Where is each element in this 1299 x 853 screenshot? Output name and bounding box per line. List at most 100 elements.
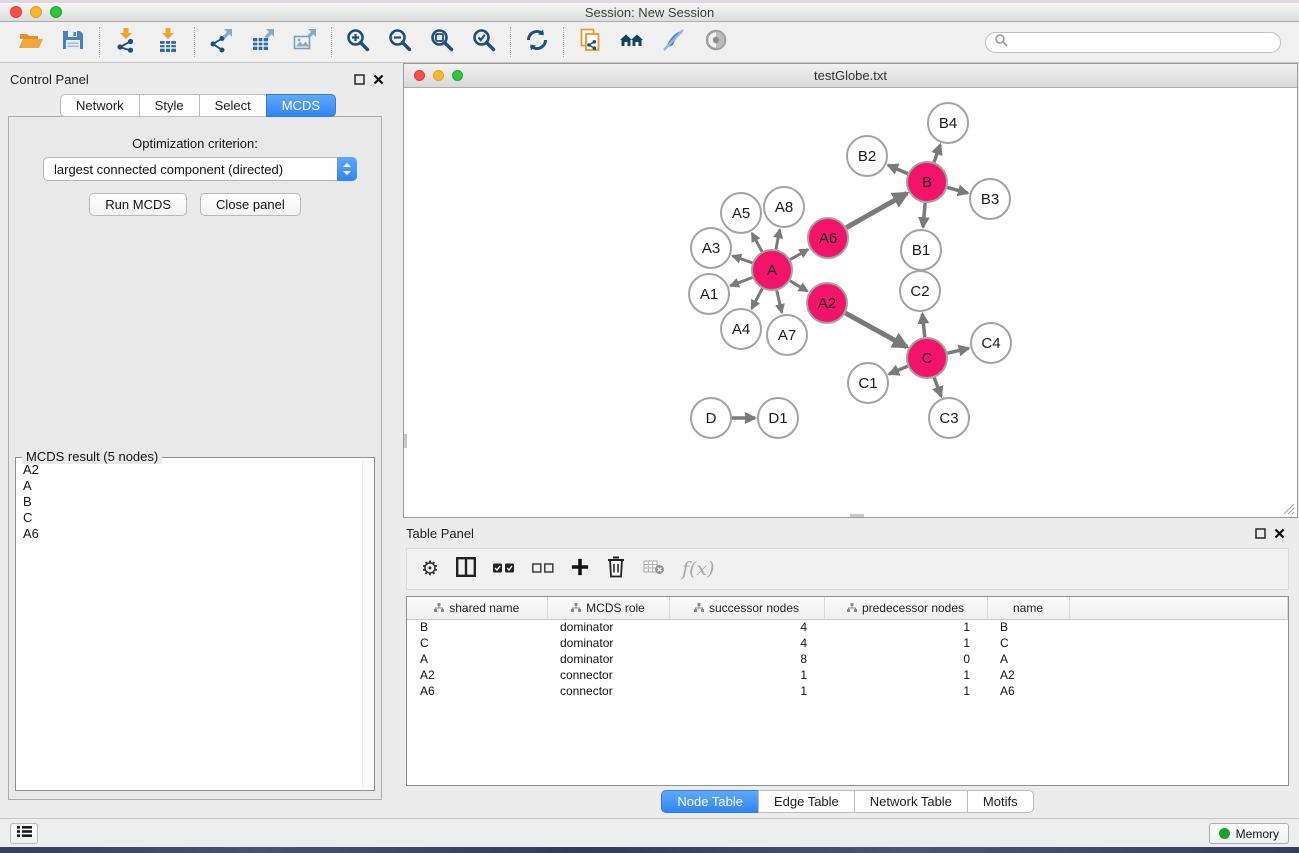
table-cell[interactable]: 4 xyxy=(669,619,824,635)
show-view-button[interactable] xyxy=(695,25,737,59)
search-field[interactable] xyxy=(985,32,1281,53)
select-all-button[interactable] xyxy=(493,560,515,578)
network-window-titlebar[interactable]: testGlobe.txt xyxy=(404,64,1297,88)
table-cell[interactable]: B xyxy=(987,619,1069,635)
zoom-selected-button[interactable] xyxy=(463,25,505,59)
close-panel-button[interactable]: Close panel xyxy=(200,193,301,216)
table-cell[interactable]: dominator xyxy=(547,651,669,667)
delete-column-button[interactable] xyxy=(606,556,626,583)
graph-node-A3[interactable]: A3 xyxy=(691,228,731,268)
graph-edge-C-C1[interactable] xyxy=(889,366,907,374)
tab-network-table[interactable]: Network Table xyxy=(854,790,968,813)
hide-annotations-button[interactable] xyxy=(653,25,695,59)
export-table-button[interactable] xyxy=(242,25,284,59)
table-cell[interactable]: C xyxy=(987,635,1069,651)
graph-node-A4[interactable]: A4 xyxy=(721,309,761,349)
graph-edge-A-A1[interactable] xyxy=(730,277,752,285)
graph-node-B[interactable]: B xyxy=(907,162,947,202)
tab-node-table[interactable]: Node Table xyxy=(661,790,759,813)
graph-node-A[interactable]: A xyxy=(752,250,792,290)
graph-edge-B-B1[interactable] xyxy=(923,203,925,227)
import-network-button[interactable] xyxy=(105,25,147,59)
tab-style[interactable]: Style xyxy=(139,94,200,117)
graph-node-D[interactable]: D xyxy=(691,398,731,438)
graph-node-A7[interactable]: A7 xyxy=(767,315,807,355)
window-titlebar[interactable]: Session: New Session xyxy=(0,3,1299,22)
graph-node-C1[interactable]: C1 xyxy=(848,363,888,403)
table-cell[interactable]: 1 xyxy=(824,683,987,699)
console-button[interactable] xyxy=(10,823,38,844)
table-cell[interactable]: 1 xyxy=(824,619,987,635)
refresh-layout-button[interactable] xyxy=(516,25,558,59)
graph-node-C3[interactable]: C3 xyxy=(929,398,969,438)
table-cell[interactable]: 1 xyxy=(669,683,824,699)
graph-edge-C-C3[interactable] xyxy=(934,378,941,397)
result-scrollbar[interactable] xyxy=(362,461,371,787)
delete-table-button[interactable] xyxy=(643,559,665,580)
graph-edge-B-B2[interactable] xyxy=(888,165,908,174)
table-cell[interactable]: connector xyxy=(547,667,669,683)
export-network-button[interactable] xyxy=(200,25,242,59)
table-row[interactable]: A6connector11A6 xyxy=(407,683,1288,699)
graph-node-A1[interactable]: A1 xyxy=(689,274,729,314)
search-input[interactable] xyxy=(1008,34,1280,51)
column-header-name[interactable]: name xyxy=(987,597,1069,619)
zoom-out-button[interactable] xyxy=(379,25,421,59)
table-cell[interactable]: 8 xyxy=(669,651,824,667)
graph-edge-A-A6[interactable] xyxy=(790,249,808,259)
table-cell[interactable]: A6 xyxy=(987,683,1069,699)
result-item[interactable]: C xyxy=(18,510,361,526)
graph-node-B3[interactable]: B3 xyxy=(970,179,1010,219)
graph-node-B4[interactable]: B4 xyxy=(928,103,968,143)
save-session-button[interactable] xyxy=(52,25,94,59)
table-cell[interactable]: connector xyxy=(547,683,669,699)
open-session-button[interactable] xyxy=(10,25,52,59)
graph-node-A6[interactable]: A6 xyxy=(808,218,848,258)
float-panel-icon[interactable] xyxy=(1255,526,1266,544)
graph-edge-B-B4[interactable] xyxy=(934,145,940,163)
table-row[interactable]: A2connector11A2 xyxy=(407,667,1288,683)
network-canvas[interactable]: AA1A2A3A4A5A6A7A8BB1B2B3B4CC1C2C3C4DD1 xyxy=(404,89,1297,517)
graph-edge-A-A7[interactable] xyxy=(777,290,782,312)
table-cell[interactable]: 1 xyxy=(824,635,987,651)
import-table-button[interactable] xyxy=(147,25,189,59)
tab-motifs[interactable]: Motifs xyxy=(967,790,1034,813)
graph-edge-A-A4[interactable] xyxy=(752,289,763,309)
graph-edge-A-A8[interactable] xyxy=(776,230,780,250)
table-cell[interactable]: 4 xyxy=(669,635,824,651)
float-panel-icon[interactable] xyxy=(354,72,365,90)
table-row[interactable]: Adominator80A xyxy=(407,651,1288,667)
table-cell[interactable]: B xyxy=(407,619,547,635)
node-table[interactable]: shared nameMCDS rolesuccessor nodesprede… xyxy=(407,597,1288,699)
graph-edge-B-B3[interactable] xyxy=(947,187,968,193)
table-row[interactable]: Bdominator41B xyxy=(407,619,1288,635)
memory-button[interactable]: Memory xyxy=(1209,823,1289,844)
graph-node-B2[interactable]: B2 xyxy=(847,136,887,176)
result-item[interactable]: A2 xyxy=(18,462,361,478)
graph-node-A5[interactable]: A5 xyxy=(721,193,761,233)
result-item[interactable]: A xyxy=(18,478,361,494)
tab-mcds[interactable]: MCDS xyxy=(266,94,336,117)
deselect-all-button[interactable] xyxy=(532,560,554,578)
table-settings-button[interactable]: ⚙ xyxy=(421,559,439,579)
criterion-dropdown[interactable]: largest connected component (directed) xyxy=(43,157,357,181)
graph-node-B1[interactable]: B1 xyxy=(901,230,941,270)
column-manager-button[interactable] xyxy=(456,557,476,582)
graph-node-A2[interactable]: A2 xyxy=(807,283,847,323)
table-cell[interactable]: A2 xyxy=(407,667,547,683)
graph-edge-A-A3[interactable] xyxy=(733,256,753,263)
mcds-result-list[interactable]: A2ABCA6 xyxy=(18,462,361,788)
table-cell[interactable]: A xyxy=(407,651,547,667)
graph-edge-C-C2[interactable] xyxy=(922,314,924,337)
add-column-button[interactable] xyxy=(571,558,589,581)
result-item[interactable]: B xyxy=(18,494,361,510)
table-cell[interactable]: 0 xyxy=(824,651,987,667)
function-builder-button[interactable]: f(x) xyxy=(682,558,715,580)
home-button[interactable] xyxy=(611,25,653,59)
column-header-successor-nodes[interactable]: successor nodes xyxy=(669,597,824,619)
export-image-button[interactable] xyxy=(284,25,326,59)
horizontal-scrollbar[interactable] xyxy=(850,514,864,517)
graph-edge-A-A2[interactable] xyxy=(790,281,807,291)
table-cell[interactable]: A2 xyxy=(987,667,1069,683)
close-panel-icon[interactable] xyxy=(1274,526,1285,544)
